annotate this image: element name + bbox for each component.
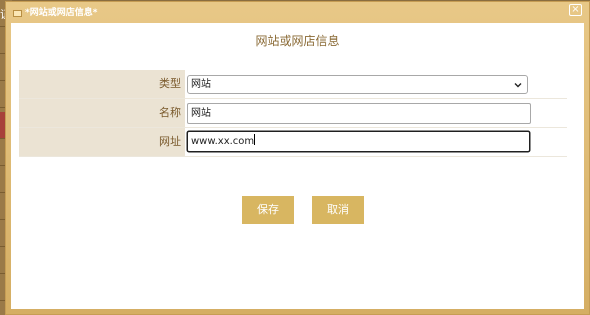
type-select-value: 网站 (191, 79, 211, 90)
name-input[interactable]: 网站 (187, 103, 531, 124)
form-row-type: 类型 网站 (19, 70, 567, 99)
url-value-cell: www.xx.com (185, 128, 567, 156)
dialog-titlebar[interactable]: *网站或网店信息* × (6, 2, 589, 23)
form-heading: 网站或网店信息 (255, 34, 340, 48)
dialog-content: 网站或网店信息 类型 网站 名称 网站 网址 www.xx.com 保存 取消 (11, 23, 584, 309)
url-label: 网址 (19, 128, 185, 156)
close-icon[interactable]: × (569, 4, 582, 16)
text-cursor (254, 134, 256, 145)
type-select[interactable]: 网站 (187, 75, 528, 94)
dialog-window: *网站或网店信息* × 网站或网店信息 类型 网站 名称 网站 网址 www.x… (5, 1, 590, 315)
url-input[interactable]: www.xx.com (187, 131, 530, 152)
form-row-name: 名称 网站 (19, 99, 567, 128)
type-label: 类型 (19, 70, 185, 98)
chevron-down-icon (514, 83, 522, 88)
name-label: 名称 (19, 99, 185, 127)
url-input-value: www.xx.com (191, 136, 255, 147)
form-row-url: 网址 www.xx.com (19, 128, 567, 157)
window-icon (13, 10, 22, 17)
cancel-button[interactable]: 取消 (312, 196, 364, 224)
name-value-cell: 网站 (185, 99, 567, 127)
save-button[interactable]: 保存 (242, 196, 294, 224)
dialog-title: *网站或网店信息* (25, 8, 98, 18)
type-value-cell: 网站 (185, 70, 567, 98)
